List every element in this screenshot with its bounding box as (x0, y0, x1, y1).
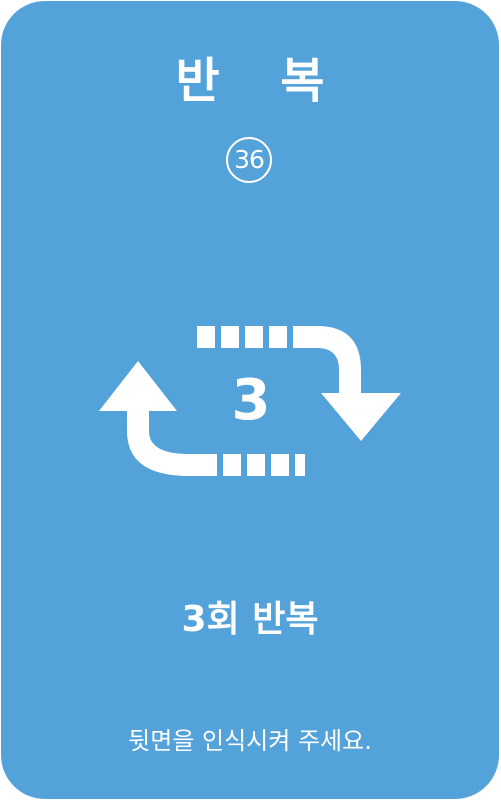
repeat-count: 3 (231, 368, 271, 433)
repeat-card: 반 복 36 3 3회 반복 뒷면을 인식시켜 주세요. (1, 1, 499, 799)
scan-back-hint: 뒷면을 인식시켜 주세요. (128, 727, 372, 755)
card-title: 반 복 (175, 53, 347, 109)
card-number-badge: 36 (226, 137, 272, 183)
repeat-caption: 3회 반복 (181, 599, 319, 640)
